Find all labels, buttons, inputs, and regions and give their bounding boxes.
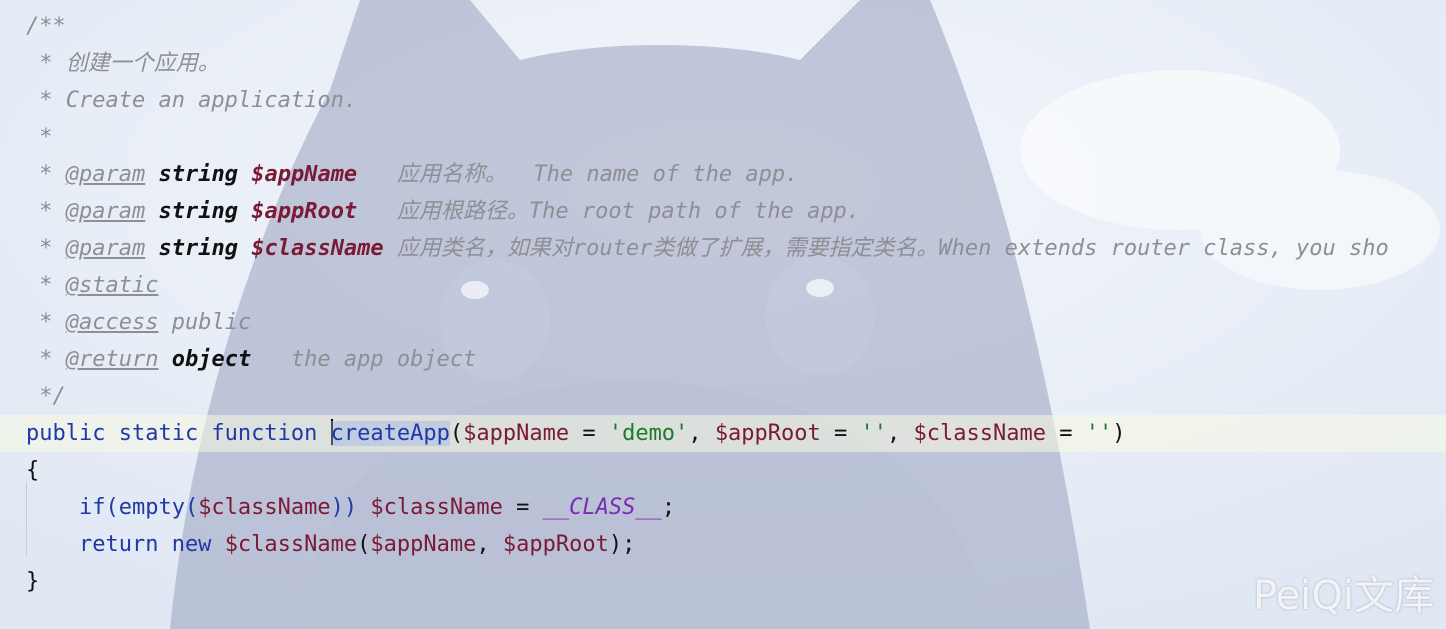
code-token: $className [251, 236, 384, 261]
code-token: @param [65, 236, 146, 261]
code-token: @static [65, 273, 159, 298]
code-token: the app object [251, 347, 477, 372]
code-line[interactable]: * @access public [0, 304, 1446, 341]
code-token: * [26, 162, 66, 187]
code-token: * [26, 236, 66, 261]
code-token: $className [370, 495, 503, 520]
code-token: $appName [370, 532, 477, 557]
code-line[interactable]: } [0, 563, 1446, 600]
code-token: * [26, 347, 66, 372]
code-token: * [26, 310, 66, 335]
code-token: = [502, 495, 543, 520]
code-token: $appRoot [251, 199, 358, 224]
code-token: } [26, 569, 40, 594]
code-token: ) [1112, 421, 1126, 446]
code-token: * [26, 199, 66, 224]
code-token: ( [357, 532, 371, 557]
code-line[interactable]: * @param string $appRoot 应用根路径。The root … [0, 193, 1446, 230]
code-token: ( [449, 421, 464, 446]
code-token: createApp [330, 421, 450, 446]
code-line[interactable]: * [0, 119, 1446, 156]
code-token: /** [26, 14, 66, 39]
code-token: $appName [463, 421, 570, 446]
code-token: return new [26, 532, 225, 557]
code-token: ; [661, 495, 676, 520]
code-token: = [569, 421, 609, 446]
code-line[interactable]: /** [0, 8, 1446, 45]
code-token: string [158, 199, 238, 224]
code-token: $className [913, 421, 1046, 446]
code-token: string [158, 162, 238, 187]
code-line[interactable]: */ [0, 378, 1446, 415]
code-token: string [158, 236, 238, 261]
code-token: $appName [251, 162, 358, 187]
code-token: @param [65, 199, 146, 224]
code-token: public static function [26, 421, 331, 446]
code-token: * [26, 125, 53, 150]
code-token: $appRoot [502, 532, 609, 557]
code-token: 应用根路径。The root path of the app. [357, 199, 861, 224]
watermark-logo: PeiQi文库 [1252, 573, 1434, 619]
code-token: __CLASS__ [542, 495, 662, 520]
code-line[interactable]: * @return object the app object [0, 341, 1446, 378]
code-token: 应用类名，如果对router类做了扩展，需要指定类名。When extends … [383, 236, 1389, 261]
code-token: */ [26, 384, 66, 409]
code-token: , [688, 421, 715, 446]
code-token: ); [608, 532, 636, 557]
code-token: * [26, 273, 66, 298]
code-token: if(empty( [26, 495, 199, 520]
code-line[interactable]: * @static [0, 267, 1446, 304]
code-line-current[interactable]: public static function createApp($appNam… [0, 415, 1446, 452]
code-line[interactable]: if(empty($className)) $className = __CLA… [0, 489, 1446, 526]
code-token: $className [198, 495, 331, 520]
code-token: * Create an application. [26, 88, 358, 113]
code-token: $className [224, 532, 358, 557]
code-line[interactable]: * @param string $className 应用类名，如果对route… [0, 230, 1446, 267]
code-token: $appRoot [714, 421, 821, 446]
code-token: public [158, 310, 252, 335]
code-token: @param [65, 162, 146, 187]
code-token: { [26, 458, 40, 483]
code-line[interactable]: * @param string $appName 应用名称。 The name … [0, 156, 1446, 193]
code-line[interactable]: { [0, 452, 1446, 489]
code-line[interactable]: * Create an application. [0, 82, 1446, 119]
code-line[interactable]: return new $className($appName, $appRoot… [0, 526, 1446, 563]
code-token: = [1045, 421, 1086, 446]
code-token: @return [65, 347, 159, 372]
code-line[interactable]: * 创建一个应用。 [0, 45, 1446, 82]
code-token: object [171, 347, 252, 372]
code-token: )) [330, 495, 371, 520]
code-token: 应用名称。 The name of the app. [357, 162, 799, 187]
code-token: , [476, 532, 503, 557]
code-token: 'demo' [608, 421, 689, 446]
code-token: '' [860, 421, 888, 446]
code-token: @access [65, 310, 159, 335]
code-token: , [887, 421, 914, 446]
code-token: = [820, 421, 861, 446]
code-editor[interactable]: /** * 创建一个应用。 * Create an application. *… [0, 0, 1446, 629]
code-token: '' [1085, 421, 1113, 446]
code-token: * 创建一个应用。 [26, 51, 220, 76]
